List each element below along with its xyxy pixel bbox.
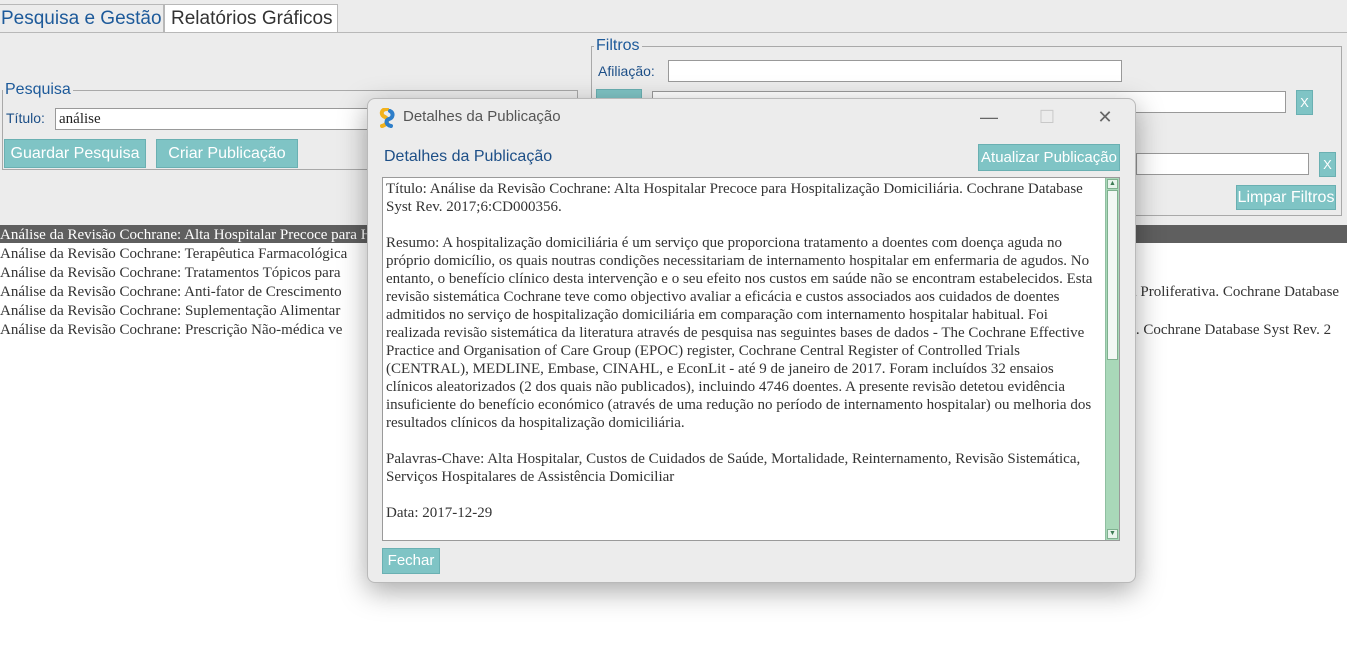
clear-filters-button[interactable]: Limpar Filtros [1236, 185, 1336, 210]
result-title: Análise da Revisão Cochrane: Terapêutica… [0, 246, 348, 262]
result-title: Análise da Revisão Cochrane: Anti-fator … [0, 284, 342, 300]
publication-details-dialog: Detalhes da Publicação — ☐ ✕ Detalhes da… [367, 98, 1136, 583]
scroll-thumb[interactable] [1107, 190, 1118, 360]
search-legend: Pesquisa [3, 81, 73, 99]
tab-pesquisa-gestao[interactable]: Pesquisa e Gestão [0, 4, 164, 33]
update-publication-button[interactable]: Atualizar Publicação [978, 144, 1120, 171]
tab-strip: Pesquisa e Gestão Relatórios Gráficos [0, 0, 1347, 33]
affiliation-input[interactable] [668, 60, 1122, 82]
result-title: Análise da Revisão Cochrane: Tratamentos… [0, 265, 341, 281]
textarea-scrollbar[interactable]: ▲ ▼ [1105, 178, 1119, 540]
dialog-titlebar[interactable]: Detalhes da Publicação — ☐ ✕ [368, 99, 1135, 135]
save-search-button[interactable]: Guardar Pesquisa [4, 139, 146, 168]
minimize-icon[interactable]: — [966, 103, 1012, 131]
details-keywords: Palavras-Chave: Alta Hospitalar, Custos … [386, 451, 1081, 485]
title-label: Título: [6, 110, 45, 126]
dialog-window-title: Detalhes da Publicação [403, 108, 561, 125]
filters-legend: Filtros [594, 37, 642, 55]
details-content: Título: Análise da Revisão Cochrane: Alt… [386, 180, 1104, 540]
create-publication-button[interactable]: Criar Publicação [156, 139, 298, 168]
result-title: Análise da Revisão Cochrane: Suplementaç… [0, 303, 341, 319]
close-icon[interactable]: ✕ [1082, 103, 1128, 131]
close-button[interactable]: Fechar [382, 548, 440, 574]
app-logo-icon [379, 108, 395, 128]
dialog-heading: Detalhes da Publicação [384, 148, 553, 165]
title-search-input[interactable]: análise [55, 108, 385, 130]
clear-filter-1-button[interactable]: X [1296, 90, 1313, 115]
result-title-tail: s. Cochrane Database Syst Rev. 2 [1130, 322, 1332, 338]
scroll-down-icon[interactable]: ▼ [1107, 529, 1118, 539]
filter-field-3[interactable] [1136, 153, 1309, 175]
result-title: Análise da Revisão Cochrane: Prescrição … [0, 322, 343, 338]
affiliation-label: Afiliação: [598, 63, 655, 79]
result-title-tail: a Proliferativa. Cochrane Database [1130, 284, 1340, 300]
publication-details-textarea[interactable]: Título: Análise da Revisão Cochrane: Alt… [382, 177, 1120, 541]
details-abstract: Resumo: A hospitalização domiciliária é … [386, 235, 1093, 431]
tab-relatorios-graficos[interactable]: Relatórios Gráficos [164, 4, 338, 33]
scroll-up-icon[interactable]: ▲ [1107, 179, 1118, 189]
maximize-icon[interactable]: ☐ [1024, 103, 1070, 131]
details-date: Data: 2017-12-29 [386, 505, 493, 521]
clear-filter-2-button[interactable]: X [1319, 152, 1336, 177]
details-title: Título: Análise da Revisão Cochrane: Alt… [386, 181, 1083, 215]
